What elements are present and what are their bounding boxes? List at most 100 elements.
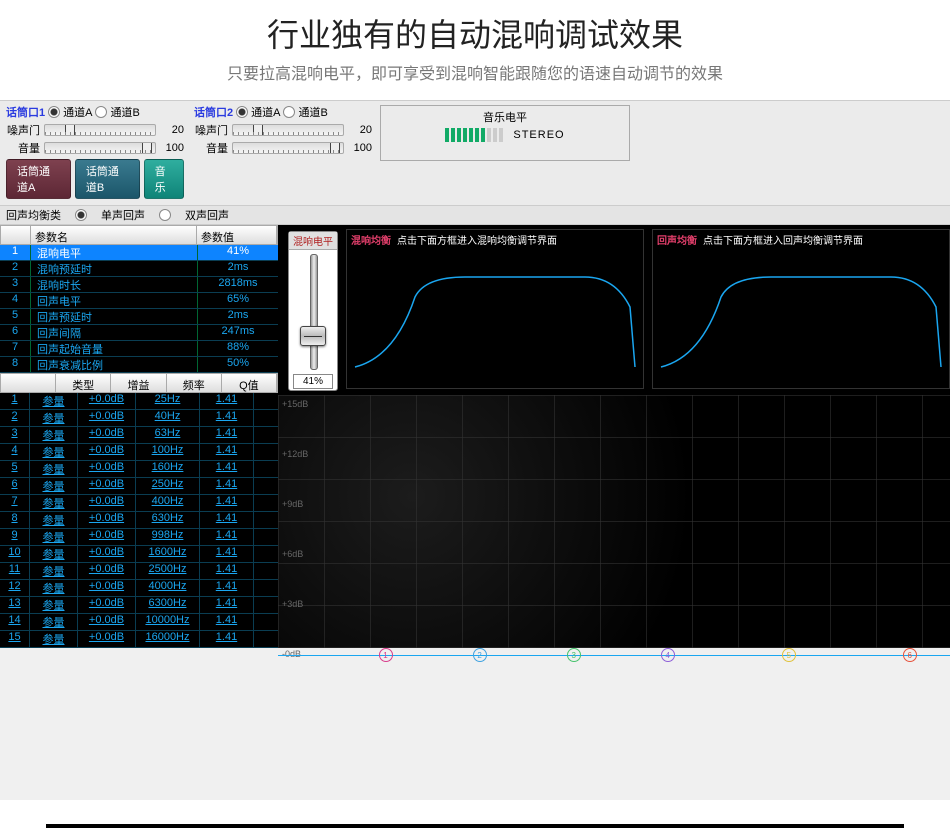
audio-mixer-app: 话筒口1 通道A 通道B 噪声门20 音量100 话筒通道A 话筒通道B 音乐 … bbox=[0, 100, 950, 800]
eq-row[interactable]: 12参量+0.0dB4000Hz1.41 bbox=[0, 580, 278, 597]
tab-mic-a-button[interactable]: 话筒通道A bbox=[6, 159, 71, 199]
mic2-gate-value: 20 bbox=[348, 124, 372, 136]
param-row[interactable]: 8回声衰减比例50% bbox=[0, 357, 278, 373]
reverb-level-slider[interactable]: 混响电平 41% bbox=[288, 231, 338, 391]
mic2-gate-slider[interactable] bbox=[232, 124, 344, 136]
tab-mic-b-button[interactable]: 话筒通道B bbox=[75, 159, 140, 199]
echo-eq-hint: 点击下面方框进入回声均衡调节界面 bbox=[703, 236, 863, 247]
eq-y-15: +15dB bbox=[282, 399, 308, 409]
eq-row[interactable]: 2参量+0.0dB40Hz1.41 bbox=[0, 410, 278, 427]
mic1-vol-slider[interactable] bbox=[44, 142, 156, 154]
reverb-eq-curve-box[interactable]: 混响均衡点击下面方框进入混响均衡调节界面 bbox=[346, 229, 644, 389]
eq-y-9: +9dB bbox=[282, 499, 303, 509]
eq-node[interactable]: 2 bbox=[473, 648, 487, 662]
mic2-channel-a-radio[interactable] bbox=[236, 106, 248, 118]
eq-row[interactable]: 8参量+0.0dB630Hz1.41 bbox=[0, 512, 278, 529]
param-row[interactable]: 6回声间隔247ms bbox=[0, 325, 278, 341]
mic2-gate-label: 噪声门 bbox=[194, 122, 228, 138]
mic1-gate-label: 噪声门 bbox=[6, 122, 40, 138]
mic1-channel-a-label: 通道A bbox=[63, 104, 92, 120]
mic1-gate-slider[interactable] bbox=[44, 124, 156, 136]
music-stereo-label: STEREO bbox=[513, 129, 564, 141]
param-header-name: 参数名 bbox=[31, 226, 197, 244]
eq-graph-grid-icon bbox=[278, 395, 950, 648]
mic1-panel: 话筒口1 通道A 通道B 噪声门20 音量100 话筒通道A 话筒通道B 音乐 bbox=[0, 101, 188, 205]
mic1-channel-a-radio[interactable] bbox=[48, 106, 60, 118]
eq-row[interactable]: 14参量+0.0dB10000Hz1.41 bbox=[0, 614, 278, 631]
mic1-vol-label: 音量 bbox=[6, 140, 40, 156]
page-subtitle: 只要拉高混响电平，即可享受到混响智能跟随您的语速自动调节的效果 bbox=[0, 60, 950, 84]
eq-row[interactable]: 4参量+0.0dB100Hz1.41 bbox=[0, 444, 278, 461]
param-row[interactable]: 3混响时长2818ms bbox=[0, 277, 278, 293]
eq-graph[interactable]: +15dB +12dB +9dB +6dB +3dB -0dB 123456 bbox=[278, 395, 950, 648]
reverb-eq-name: 混响均衡 bbox=[351, 236, 391, 247]
reverb-eq-hint: 点击下面方框进入混响均衡调节界面 bbox=[397, 236, 557, 247]
mic2-channel-a-label: 通道A bbox=[251, 104, 280, 120]
eq-y-3: +3dB bbox=[282, 599, 303, 609]
eq-header-type: 类型 bbox=[56, 374, 111, 392]
reverb-slider-thumb[interactable] bbox=[300, 326, 326, 346]
mic2-label: 话筒口2 bbox=[194, 104, 233, 120]
eq-row[interactable]: 5参量+0.0dB160Hz1.41 bbox=[0, 461, 278, 478]
param-row[interactable]: 2混响预延时2ms bbox=[0, 261, 278, 277]
footer-divider bbox=[46, 824, 904, 828]
param-header-value: 参数值 bbox=[197, 226, 277, 244]
echo-dual-radio[interactable] bbox=[159, 209, 171, 221]
mic2-channel-b-label: 通道B bbox=[298, 104, 327, 120]
eq-row[interactable]: 7参量+0.0dB400Hz1.41 bbox=[0, 495, 278, 512]
echo-eq-type-row: 回声均衡类 单声回声 双声回声 bbox=[0, 205, 950, 225]
eq-y-0: -0dB bbox=[282, 649, 301, 659]
reverb-eq-curve-icon bbox=[351, 247, 639, 377]
mic1-vol-value: 100 bbox=[160, 142, 184, 154]
eq-y-6: +6dB bbox=[282, 549, 303, 559]
param-row[interactable]: 1混响电平41% bbox=[0, 245, 278, 261]
mic1-channel-b-radio[interactable] bbox=[95, 106, 107, 118]
param-table[interactable]: 1混响电平41%2混响预延时2ms3混响时长2818ms4回声电平65%5回声预… bbox=[0, 245, 278, 373]
eq-table[interactable]: 1参量+0.0dB25Hz1.412参量+0.0dB40Hz1.413参量+0.… bbox=[0, 393, 278, 648]
mic2-panel: 话筒口2 通道A 通道B 噪声门 20 音量 100 bbox=[188, 101, 376, 205]
param-row[interactable]: 7回声起始音量88% bbox=[0, 341, 278, 357]
mic1-label: 话筒口1 bbox=[6, 104, 45, 120]
eq-node[interactable]: 1 bbox=[379, 648, 393, 662]
tab-music-button[interactable]: 音乐 bbox=[144, 159, 184, 199]
eq-header-q: Q值 bbox=[222, 374, 277, 392]
eq-header-freq: 频率 bbox=[167, 374, 222, 392]
echo-eq-curve-icon bbox=[657, 247, 945, 377]
eq-header-gain: 增益 bbox=[111, 374, 166, 392]
left-column: 参数名 参数值 1混响电平41%2混响预延时2ms3混响时长2818ms4回声电… bbox=[0, 225, 278, 648]
mic2-vol-slider[interactable] bbox=[232, 142, 344, 154]
param-row[interactable]: 4回声电平65% bbox=[0, 293, 278, 309]
param-table-header: 参数名 参数值 bbox=[0, 225, 278, 245]
eq-row[interactable]: 10参量+0.0dB1600Hz1.41 bbox=[0, 546, 278, 563]
mic2-vol-value: 100 bbox=[348, 142, 372, 154]
eq-node[interactable]: 6 bbox=[903, 648, 917, 662]
eq-node[interactable]: 3 bbox=[567, 648, 581, 662]
param-row[interactable]: 5回声预延时2ms bbox=[0, 309, 278, 325]
music-panel: 音乐电平 STEREO bbox=[376, 101, 950, 205]
eq-row[interactable]: 11参量+0.0dB2500Hz1.41 bbox=[0, 563, 278, 580]
mic1-channel-b-label: 通道B bbox=[110, 104, 139, 120]
top-controls: 话筒口1 通道A 通道B 噪声门20 音量100 话筒通道A 话筒通道B 音乐 … bbox=[0, 101, 950, 205]
echo-eq-name: 回声均衡 bbox=[657, 236, 697, 247]
eq-y-12: +12dB bbox=[282, 449, 308, 459]
echo-eq-curve-box[interactable]: 回声均衡点击下面方框进入回声均衡调节界面 bbox=[652, 229, 950, 389]
mic2-channel-b-radio[interactable] bbox=[283, 106, 295, 118]
eq-row[interactable]: 1参量+0.0dB25Hz1.41 bbox=[0, 393, 278, 410]
eq-row[interactable]: 6参量+0.0dB250Hz1.41 bbox=[0, 478, 278, 495]
right-panel: 混响电平 41% 混响均衡点击下面方框进入混响均衡调节界面 回声均衡点击下面方框… bbox=[278, 225, 950, 648]
page-title: 行业独有的自动混响调试效果 bbox=[0, 10, 950, 56]
eq-row[interactable]: 9参量+0.0dB998Hz1.41 bbox=[0, 529, 278, 546]
echo-single-radio[interactable] bbox=[75, 209, 87, 221]
eq-row[interactable]: 15参量+0.0dB16000Hz1.41 bbox=[0, 631, 278, 648]
eq-row[interactable]: 13参量+0.0dB6300Hz1.41 bbox=[0, 597, 278, 614]
eq-node[interactable]: 5 bbox=[782, 648, 796, 662]
eq-node[interactable]: 4 bbox=[661, 648, 675, 662]
echo-eq-type-label: 回声均衡类 bbox=[6, 207, 61, 223]
music-meter-icon bbox=[445, 128, 503, 142]
eq-row[interactable]: 3参量+0.0dB63Hz1.41 bbox=[0, 427, 278, 444]
eq-table-header: 类型 增益 频率 Q值 bbox=[0, 373, 278, 393]
mic2-vol-label: 音量 bbox=[194, 140, 228, 156]
echo-single-label: 单声回声 bbox=[101, 207, 145, 223]
music-level-box: 音乐电平 STEREO bbox=[380, 105, 630, 161]
reverb-slider-value: 41% bbox=[293, 374, 333, 389]
